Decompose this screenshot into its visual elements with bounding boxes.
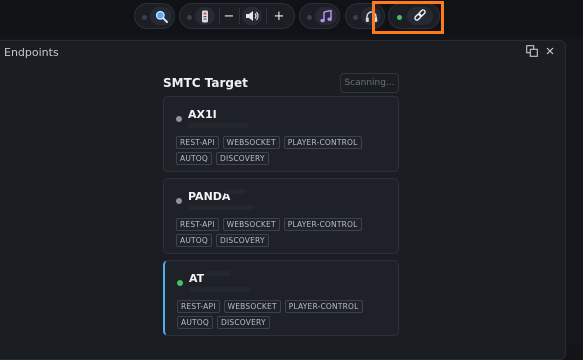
tag-autoq: AUTOQ xyxy=(176,234,213,247)
endpoint-card[interactable]: AX1I REST-API WEBSOCKET PLAYER-CONTROL A… xyxy=(163,96,399,172)
search-group xyxy=(134,3,175,29)
volume-up-label: + xyxy=(273,8,285,24)
status-dot xyxy=(176,116,182,122)
tag-autoq: AUTOQ xyxy=(177,316,214,329)
capability-tags: REST-API WEBSOCKET PLAYER-CONTROL AUTOQ … xyxy=(176,218,396,247)
tag-discovery: DISCOVERY xyxy=(216,152,269,165)
tag-discovery: DISCOVERY xyxy=(217,316,270,329)
tag-websocket: WEBSOCKET xyxy=(223,300,281,313)
status-dot xyxy=(176,198,182,204)
divider xyxy=(239,8,240,24)
tag-player-control: PLAYER-CONTROL xyxy=(283,136,362,149)
music-group xyxy=(299,3,340,29)
volume-group: − + xyxy=(179,3,295,29)
music-button[interactable] xyxy=(315,7,337,25)
tag-player-control: PLAYER-CONTROL xyxy=(284,300,363,313)
status-dot xyxy=(187,15,192,20)
redacted-detail xyxy=(205,271,231,276)
tag-rest-api: REST-API xyxy=(177,300,220,313)
divider xyxy=(219,8,220,24)
search-icon xyxy=(155,10,168,23)
remote-icon xyxy=(202,10,208,22)
popout-button[interactable] xyxy=(525,45,539,59)
volume-up-button[interactable]: + xyxy=(270,7,288,25)
tag-rest-api: REST-API xyxy=(176,136,219,149)
remote-button[interactable] xyxy=(195,7,215,25)
redacted-detail xyxy=(188,205,254,210)
tag-autoq: AUTOQ xyxy=(176,152,213,165)
popout-icon xyxy=(526,45,538,57)
scrollbar[interactable] xyxy=(566,40,583,345)
endpoint-name: AT xyxy=(189,272,205,285)
endpoint-card[interactable]: PANDA REST-API WEBSOCKET PLAYER-CONTROL … xyxy=(163,178,399,254)
tag-websocket: WEBSOCKET xyxy=(222,136,280,149)
tag-player-control: PLAYER-CONTROL xyxy=(283,218,362,231)
volume-button[interactable] xyxy=(242,7,262,25)
status-dot xyxy=(307,15,312,20)
tag-discovery: DISCOVERY xyxy=(216,234,269,247)
speaker-icon xyxy=(246,11,259,21)
redacted-detail xyxy=(188,123,248,128)
capability-tags: REST-API WEBSOCKET PLAYER-CONTROL AUTOQ … xyxy=(177,300,397,329)
status-dot xyxy=(142,15,147,20)
redacted-detail xyxy=(189,287,251,292)
volume-down-label: − xyxy=(223,8,235,24)
close-icon xyxy=(546,47,554,55)
scan-button[interactable]: Scanning... xyxy=(340,73,399,93)
volume-down-button[interactable]: − xyxy=(221,7,237,25)
music-note-icon xyxy=(320,9,332,22)
smtc-target-title: SMTC Target xyxy=(163,76,248,90)
close-button[interactable] xyxy=(543,45,557,59)
endpoint-card-active[interactable]: AT REST-API WEBSOCKET PLAYER-CONTROL AUT… xyxy=(163,260,399,336)
highlight-box xyxy=(372,1,444,34)
divider xyxy=(266,8,267,24)
tag-rest-api: REST-API xyxy=(176,218,219,231)
panel-title: Endpoints xyxy=(4,46,59,59)
top-toolbar: − + xyxy=(0,0,583,34)
search-button[interactable] xyxy=(150,7,172,25)
tag-websocket: WEBSOCKET xyxy=(222,218,280,231)
status-dot xyxy=(353,15,358,20)
endpoint-name: AX1I xyxy=(188,108,217,121)
redacted-detail xyxy=(224,189,246,194)
capability-tags: REST-API WEBSOCKET PLAYER-CONTROL AUTOQ … xyxy=(176,136,396,165)
status-dot-online xyxy=(177,280,183,286)
